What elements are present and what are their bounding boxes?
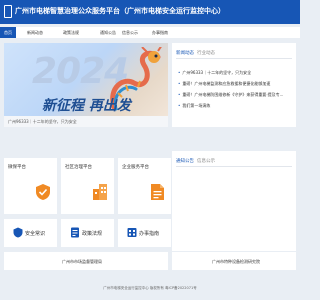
divider: [176, 58, 292, 59]
tile-title: 微保平台: [8, 165, 26, 170]
nav-item-policy[interactable]: 政策法规: [63, 27, 79, 38]
tile-enterprise-platform[interactable]: 企业服务平台: [118, 158, 171, 214]
site-header: 广州市电梯智慧治理公众服务平台（广州市电梯安全运行监控中心）: [0, 0, 300, 24]
news-panel: 新闻动态行业动态 广州96333｜十二年的坚守，只为安全 重磅！广州电梯监测和应…: [172, 43, 296, 127]
link-market-supervision[interactable]: 广州市市场监督管理局: [4, 252, 168, 270]
banner-caption[interactable]: 广州96333｜十二年的坚守，只为安全: [8, 119, 77, 125]
banner-carousel[interactable]: 2024 新征程 再出发 广州96333｜十二年的坚守，只为安全: [4, 43, 168, 127]
service-safety-knowledge[interactable]: 安全常识: [4, 219, 57, 247]
service-label: 办事指南: [139, 231, 160, 237]
tab-news[interactable]: 新闻动态: [176, 51, 194, 56]
service-policy-rules[interactable]: 政策法规: [61, 219, 114, 247]
elevator-logo-icon: [4, 5, 12, 18]
divider: [176, 166, 292, 167]
news-panel-tabs: 新闻动态 行业动态: [176, 50, 215, 56]
nav-item-notice[interactable]: 通知公告: [100, 27, 116, 38]
copyright-text: 广州市电梯安全运行监控中心 版权所有 粤ICP备2022071号: [103, 286, 197, 290]
document-icon: [151, 184, 164, 200]
news-item[interactable]: 重磅！广州电梯防困维修新《守护》来获得重要·提及专...: [178, 92, 294, 98]
service-guide[interactable]: 办事指南: [118, 219, 171, 247]
rules-icon: [71, 227, 79, 238]
news-item[interactable]: 我们第一场演练: [178, 103, 210, 109]
tab-notice[interactable]: 通知公告: [176, 159, 194, 164]
nav-item-news[interactable]: 新闻动态: [27, 27, 43, 38]
service-label: 安全常识: [25, 231, 46, 237]
tab-industry[interactable]: 行业动态: [197, 51, 215, 56]
banner-caption-bar: 广州96333｜十二年的坚守，只为安全: [4, 116, 168, 127]
carousel-dots: [153, 120, 165, 127]
site-title: 广州市电梯智慧治理公众服务平台（广州市电梯安全运行监控中心）: [15, 7, 225, 15]
news-item[interactable]: 广州96333｜十二年的坚守，只为安全: [178, 70, 251, 76]
shield-icon: [13, 227, 23, 238]
link-inspection-institute[interactable]: 广州市特种设备检测研究院: [172, 252, 296, 270]
tile-title: 企业服务平台: [122, 165, 149, 170]
main-nav: 首页 新闻动态 政策法规 通知公告 信息公示 办事指南: [0, 27, 300, 38]
nav-item-disclosure[interactable]: 信息公示: [122, 27, 138, 38]
tile-community-platform[interactable]: 社区治理平台: [61, 158, 114, 214]
tab-disclosure[interactable]: 信息公示: [197, 159, 215, 164]
notice-panel: 通知公告 信息公示: [172, 151, 296, 251]
news-item[interactable]: 重磅！广州电梯监测和应急救援和便捷化能够加速: [178, 81, 270, 87]
footer-link-left[interactable]: 广州市市场监督管理局: [62, 259, 102, 265]
tile-insurance-platform[interactable]: 微保平台: [4, 158, 57, 214]
building-icon: [93, 184, 107, 200]
tile-title: 社区治理平台: [65, 165, 92, 170]
notice-panel-tabs: 通知公告 信息公示: [176, 158, 215, 164]
nav-item-guide[interactable]: 办事指南: [152, 27, 168, 38]
service-label: 政策法规: [82, 231, 103, 237]
footer-link-right[interactable]: 广州市特种设备检测研究院: [212, 259, 260, 265]
nav-item-home[interactable]: 首页: [0, 27, 16, 38]
shield-check-icon: [36, 184, 50, 200]
guide-icon: [127, 228, 137, 237]
banner-slogan: 新征程 再出发: [42, 98, 131, 114]
